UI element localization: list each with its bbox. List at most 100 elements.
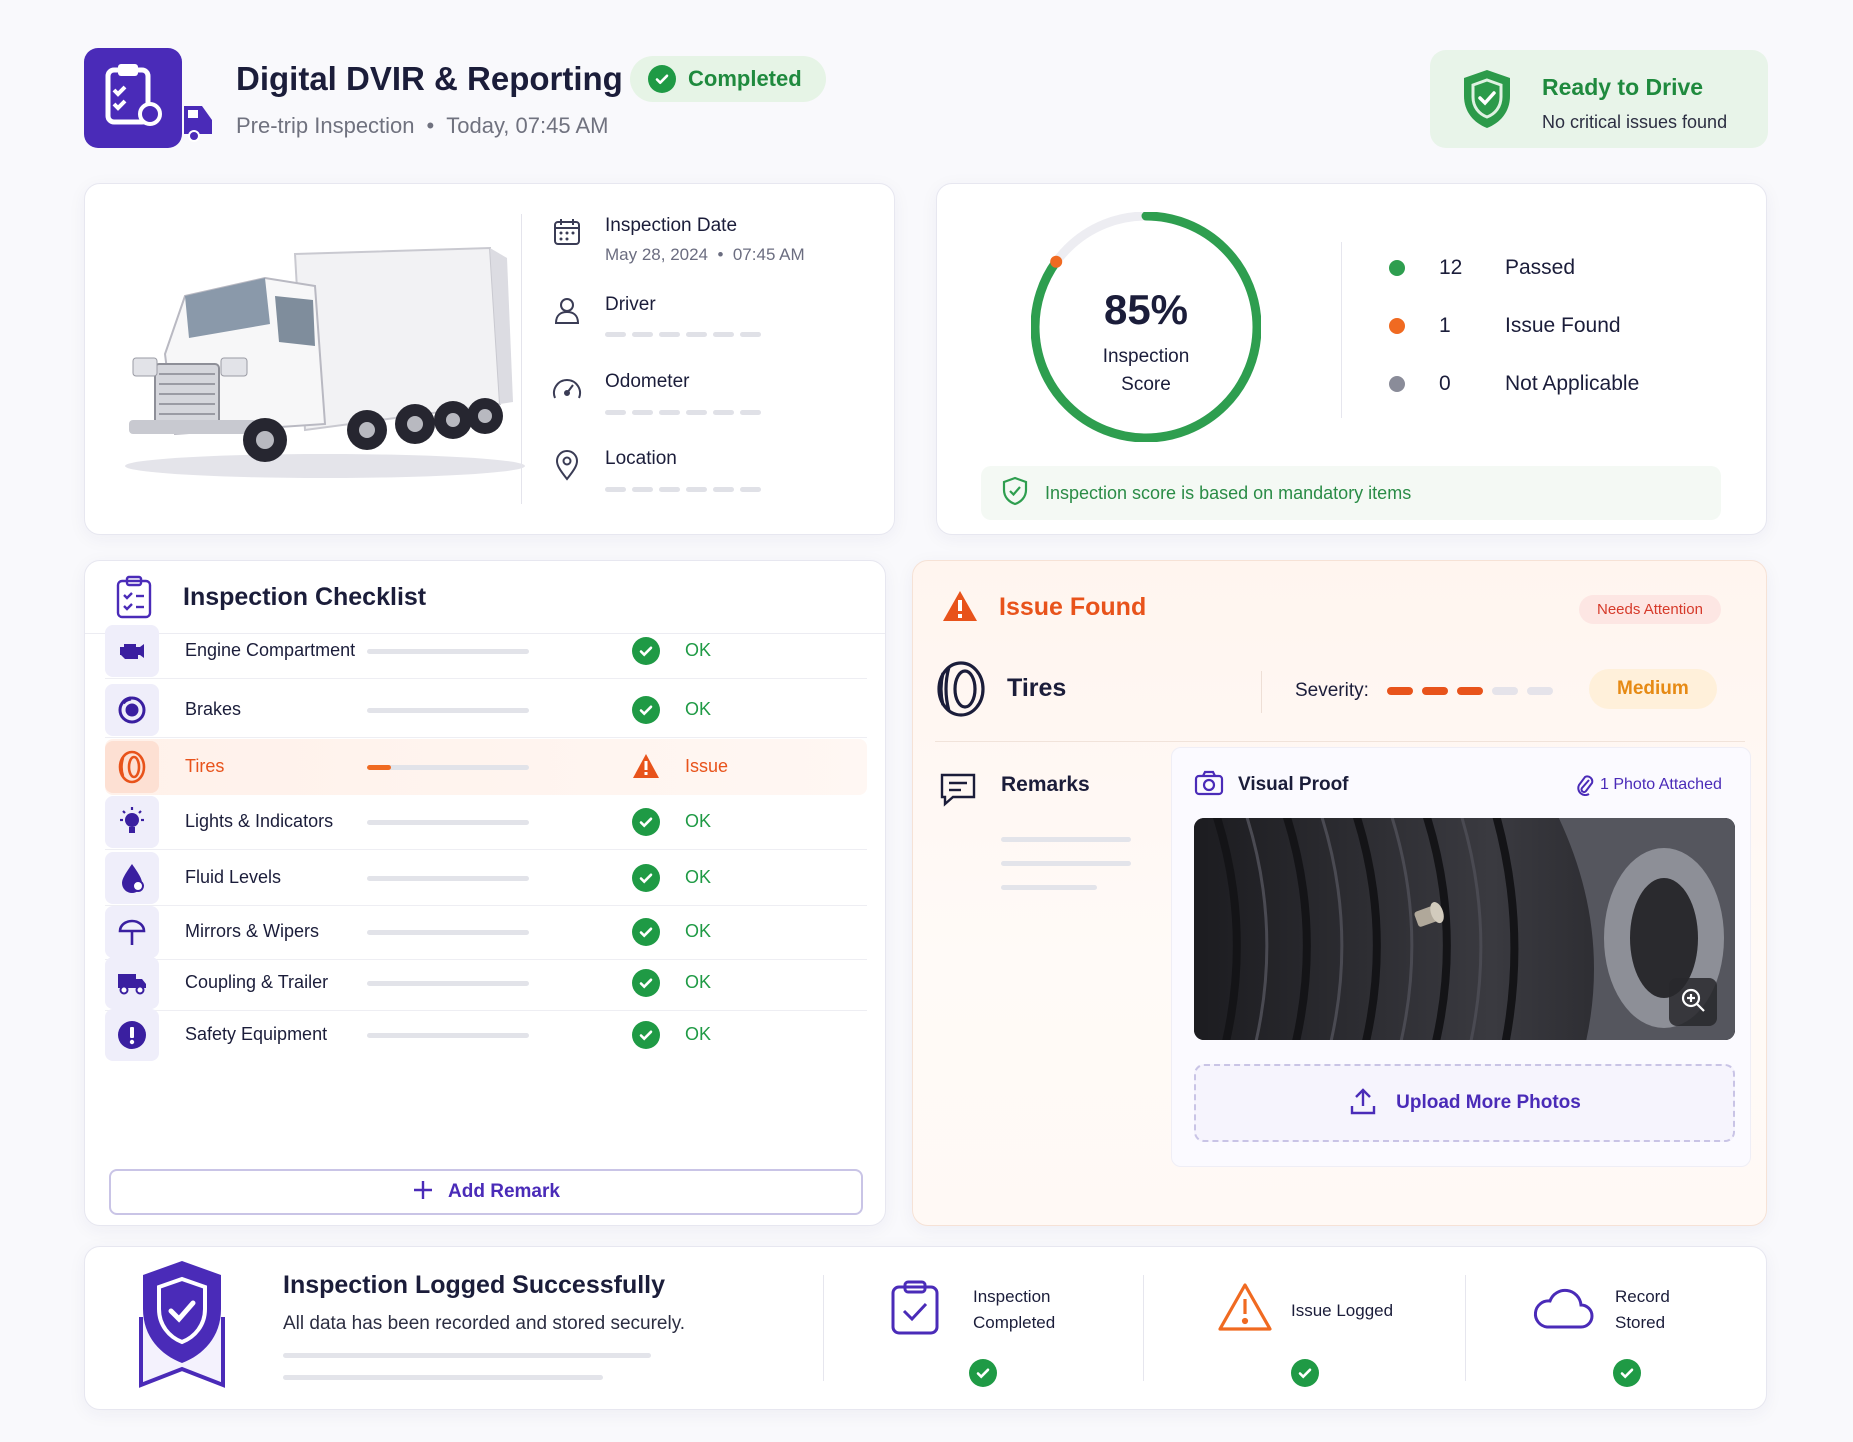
checklist-row-fluid-levels[interactable]: Fluid Levels OK [105, 850, 867, 906]
checklist-item-progress-track [367, 708, 529, 713]
checklist-item-label: Fluid Levels [185, 867, 282, 887]
calendar-icon [551, 216, 583, 253]
checklist-row-brakes[interactable]: Brakes OK [105, 682, 867, 738]
cloud-icon [1531, 1287, 1595, 1336]
status-badge: Completed [630, 56, 826, 102]
clipboard-check-icon [889, 1279, 941, 1342]
app-logo [84, 48, 212, 148]
check-circle-icon [632, 918, 660, 946]
vehicle-info-card: Inspection Date May 28, 2024 • 07:45 AM … [84, 183, 895, 535]
checklist-row-mirrors-and-wipers[interactable]: Mirrors & Wipers OK [105, 904, 867, 960]
legend-count-issue: 1 [1439, 314, 1451, 337]
checklist-row-safety-equipment[interactable]: Safety Equipment OK [105, 1007, 867, 1063]
step-inspection-completed-line1: Inspection [973, 1287, 1051, 1306]
severity-meter [1387, 687, 1553, 695]
checklist-item-status: OK [685, 699, 712, 719]
checklist-item-status: OK [685, 811, 712, 831]
score-label-line2: Score [1121, 374, 1171, 395]
step-1-check-icon [969, 1359, 997, 1387]
exclamation-icon [105, 1009, 159, 1061]
footer-divider-1 [823, 1275, 824, 1381]
ready-subtitle: No critical issues found [1542, 112, 1728, 132]
field-label-location: Location [605, 448, 677, 469]
add-remark-button[interactable]: Add Remark [109, 1169, 863, 1215]
check-circle-icon [632, 1021, 660, 1049]
severity-segment [1492, 687, 1518, 695]
check-circle-icon [632, 637, 660, 665]
truck-image [115, 234, 535, 489]
photo-attached-count[interactable]: 1 Photo Attached [1600, 776, 1722, 794]
checklist-item-progress-track [367, 765, 529, 770]
legend-dot-issue [1389, 318, 1405, 334]
checklist-item-status: OK [685, 640, 712, 660]
check-circle-icon [632, 969, 660, 997]
inspection-score-card: 85% Inspection Score 12 Passed 1 Issue F… [936, 183, 1767, 535]
severity-segment [1527, 687, 1553, 695]
inspection-type: Pre-trip Inspection [236, 113, 415, 138]
score-divider [1341, 242, 1342, 418]
checklist-item-status: OK [685, 867, 712, 887]
page-subtitle: Pre-trip Inspection • Today, 07:45 AM [236, 113, 608, 139]
issue-title: Issue Found [999, 593, 1147, 621]
score-label-line1: Inspection [1102, 346, 1190, 367]
score-ring-issue-marker [1050, 255, 1063, 268]
severity-label: Severity: [1295, 680, 1369, 701]
inspection-logged-card: Inspection Logged Successfully All data … [84, 1246, 1767, 1410]
field-label-odometer: Odometer [605, 371, 690, 392]
field-value-odometer-placeholder [605, 410, 761, 415]
logged-placeholder-line-1 [283, 1353, 651, 1358]
zoom-button[interactable] [1669, 978, 1717, 1026]
wiper-icon [105, 906, 159, 958]
paperclip-icon [1576, 774, 1594, 801]
checklist-row-tires[interactable]: Tires Issue [105, 739, 867, 795]
step-issue-logged-label: Issue Logged [1291, 1301, 1394, 1320]
upload-icon [1348, 1086, 1378, 1121]
field-value-driver-placeholder [605, 332, 761, 337]
inspection-checklist-card: Inspection Checklist Engine Compartment O… [84, 560, 886, 1226]
zoom-in-icon [1680, 987, 1706, 1018]
engine-icon [105, 625, 159, 677]
checklist-row-engine-compartment[interactable]: Engine Compartment OK [105, 623, 867, 679]
remarks-title: Remarks [1001, 773, 1090, 796]
clipboard-list-icon [115, 575, 153, 624]
visual-proof-title: Visual Proof [1238, 774, 1349, 795]
upload-more-photos-label: Upload More Photos [1396, 1092, 1581, 1113]
check-circle-icon [632, 808, 660, 836]
field-label-driver: Driver [605, 294, 656, 315]
plus-icon [412, 1179, 434, 1206]
checklist-item-status: OK [685, 921, 712, 941]
visual-proof-panel: Visual Proof 1 Photo Attached Upload Mor… [1171, 747, 1751, 1167]
add-remark-label: Add Remark [448, 1181, 560, 1202]
legend-row-issue: 1 Issue Found [1389, 314, 1621, 338]
tire-photo[interactable] [1194, 818, 1735, 1040]
warning-triangle-icon [941, 589, 979, 628]
upload-more-photos-button[interactable]: Upload More Photos [1194, 1064, 1735, 1142]
step-inspection-completed-line2: Completed [973, 1313, 1056, 1332]
step-3-check-icon [1613, 1359, 1641, 1387]
shield-check-icon [1460, 68, 1514, 135]
checklist-title: Inspection Checklist [183, 583, 427, 611]
checklist-item-progress-track [367, 649, 529, 654]
checklist-item-status: OK [685, 972, 712, 992]
inspection-time: Today, 07:45 AM [446, 113, 609, 138]
speech-bubble-icon [939, 771, 977, 812]
camera-icon [1194, 770, 1224, 801]
ready-title: Ready to Drive [1542, 74, 1704, 100]
legend-count-na: 0 [1439, 372, 1451, 395]
logged-title: Inspection Logged Successfully [283, 1271, 666, 1299]
subtitle-separator: • [426, 113, 435, 138]
bulb-icon [105, 796, 159, 848]
checklist-item-label: Lights & Indicators [185, 811, 334, 831]
checklist-item-progress-track [367, 1033, 529, 1038]
checklist-row-lights-and-indicators[interactable]: Lights & Indicators OK [105, 794, 867, 850]
page-title: Digital DVIR & Reporting [236, 60, 623, 97]
gauge-icon [551, 374, 583, 411]
field-value-inspection-date: May 28, 2024 • 07:45 AM [605, 245, 805, 264]
vehicle-card-divider [521, 214, 522, 504]
severity-segment [1422, 687, 1448, 695]
logged-subtitle: All data has been recorded and stored se… [283, 1313, 686, 1334]
brake-icon [105, 684, 159, 736]
check-circle-icon [632, 864, 660, 892]
checklist-row-coupling-and-trailer[interactable]: Coupling & Trailer OK [105, 955, 867, 1011]
checklist-item-label: Brakes [185, 699, 242, 719]
